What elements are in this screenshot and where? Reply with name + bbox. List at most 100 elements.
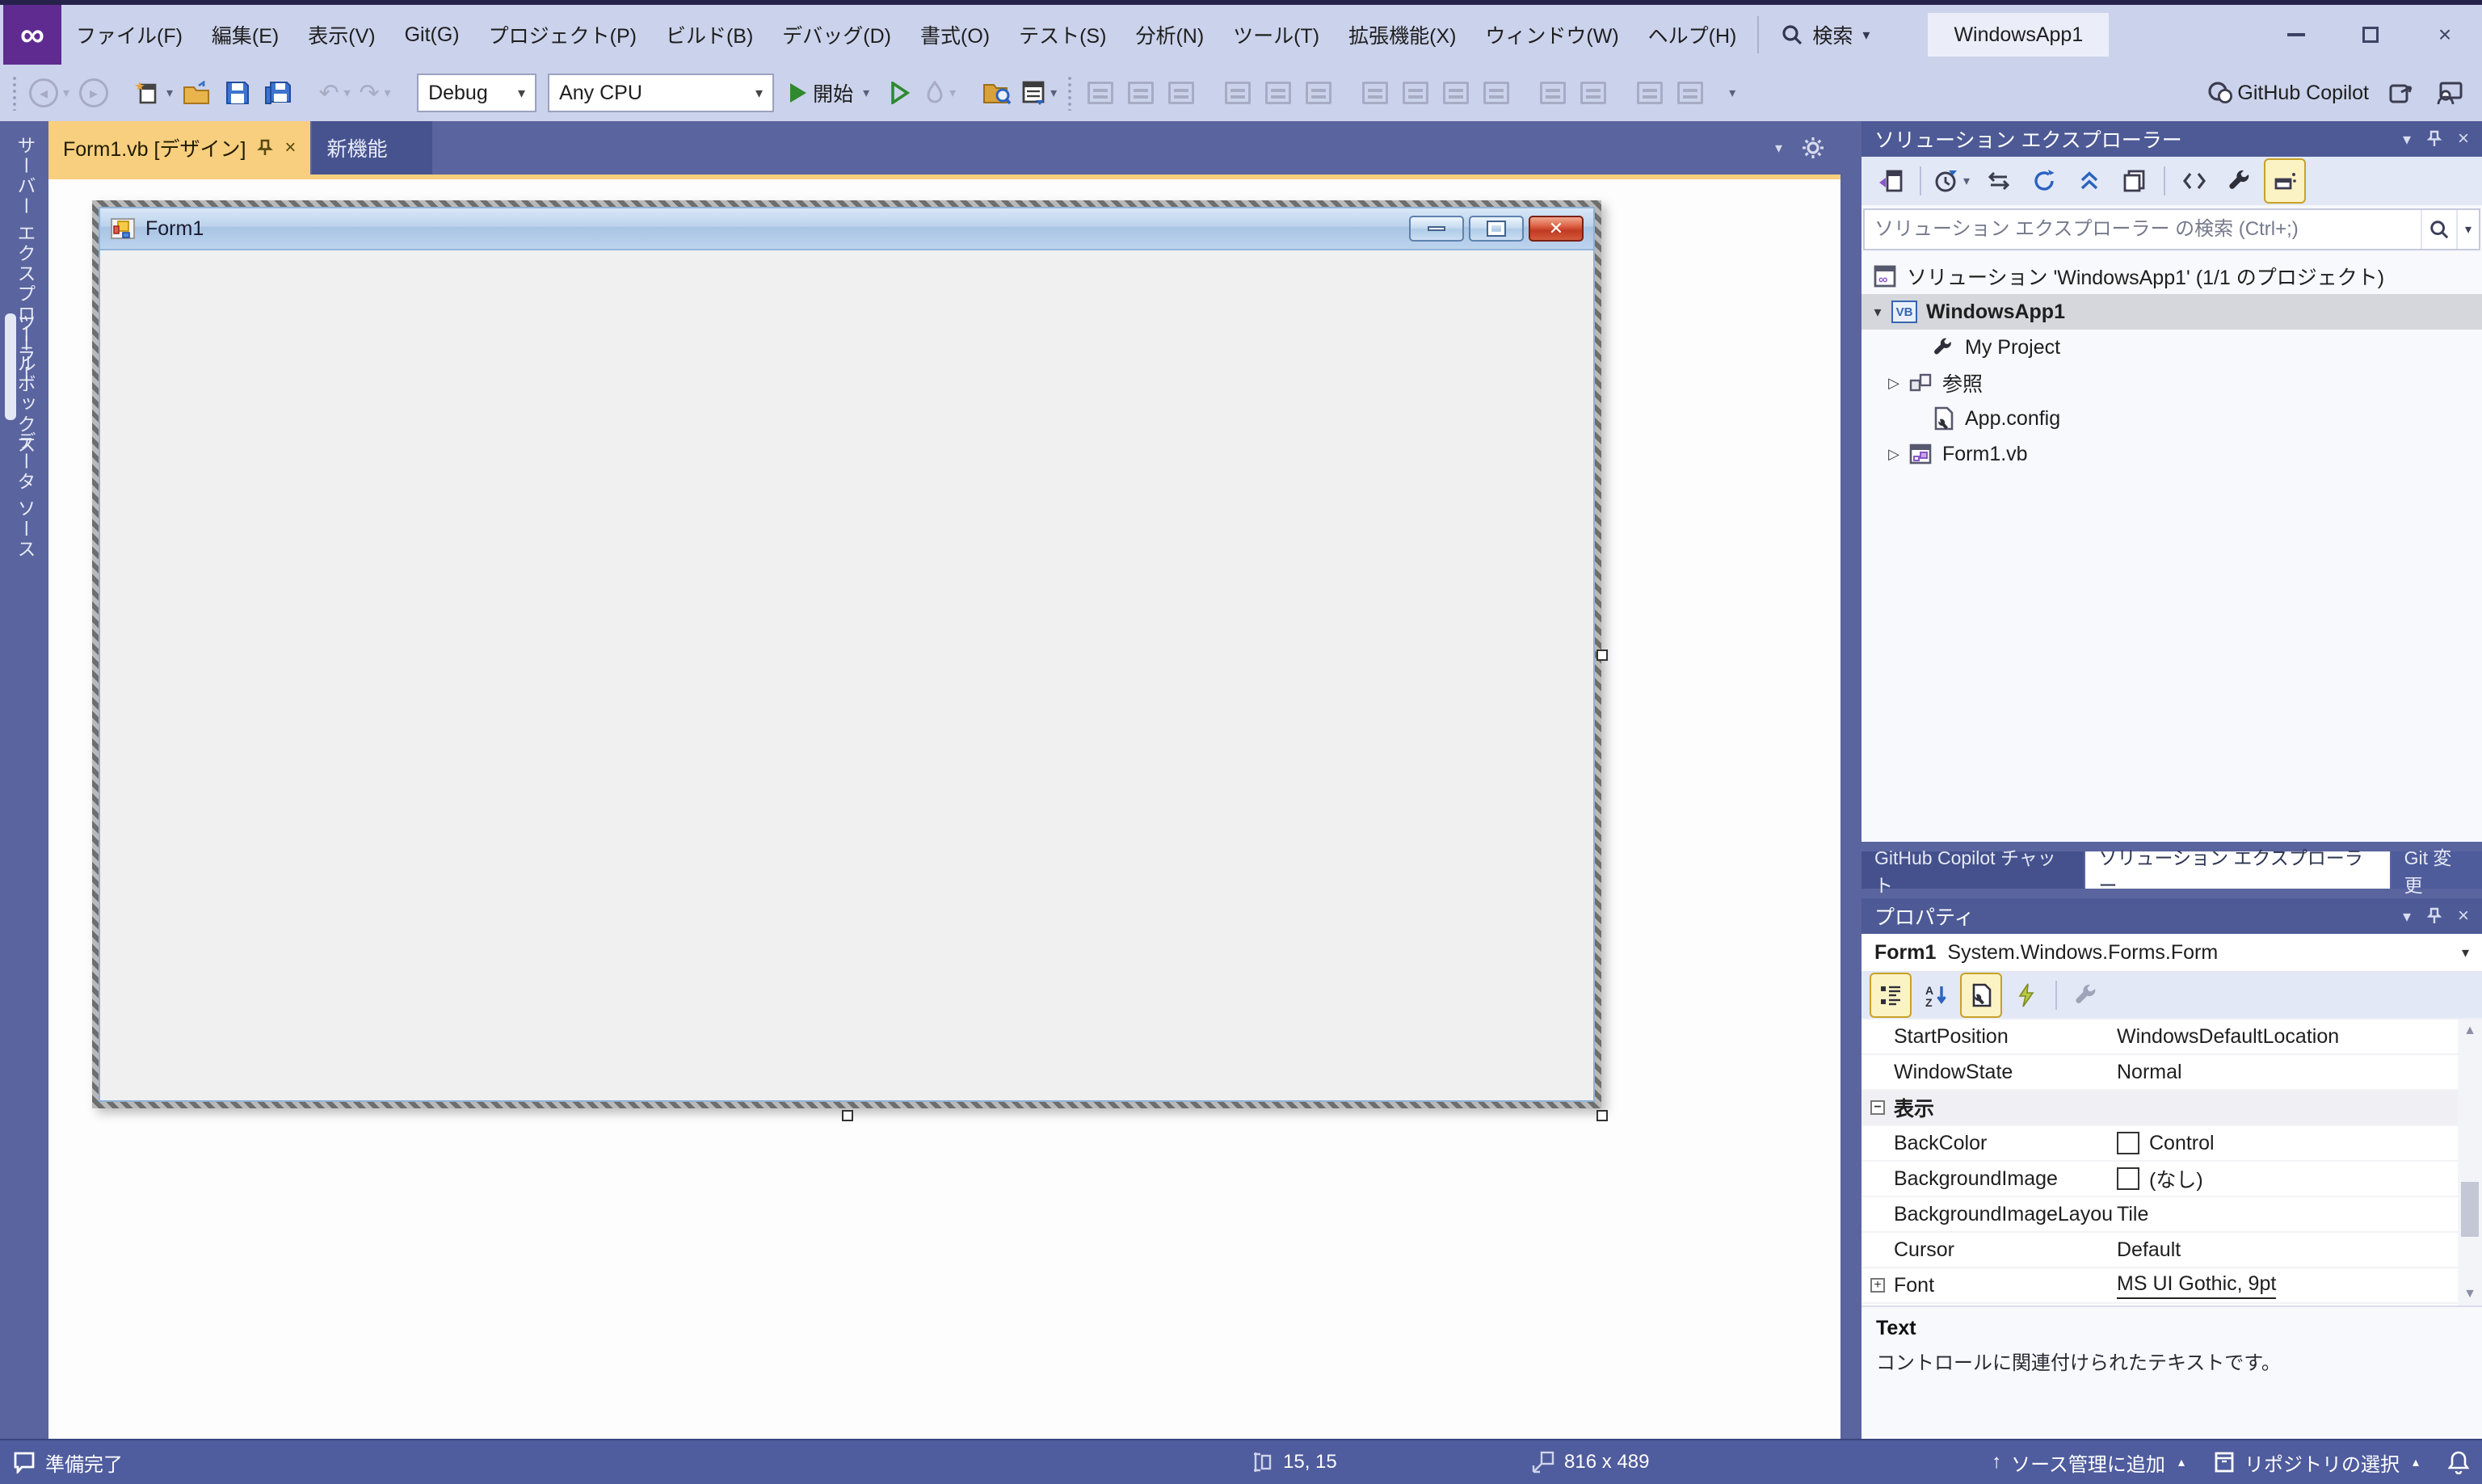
close-panel-icon[interactable]: × [2458,905,2469,927]
menu-view[interactable]: 表示(V) [293,5,389,65]
add-to-source-control-button[interactable]: ↑ ソース管理に追加 ▴ [1992,1448,2185,1477]
tree-item-app-config[interactable]: App.config [1862,401,2482,436]
toolbar-overflow-button[interactable]: ▾ [1711,72,1750,114]
menu-analyze[interactable]: 分析(N) [1121,5,1218,65]
menu-build[interactable]: ビルド(B) [651,5,768,65]
solution-search-input[interactable] [1865,218,2421,241]
menu-window[interactable]: ウィンドウ(W) [1470,5,1633,65]
make-same-height-button[interactable] [1396,72,1435,114]
undo-button[interactable]: ↶▾ [315,72,354,114]
toolbar-grip[interactable] [11,75,19,111]
github-copilot-button[interactable]: GitHub Copilot [2203,72,2372,114]
search-icon[interactable] [2421,210,2456,249]
tab-list-dropdown-icon[interactable]: ▾ [1775,140,1782,157]
save-button[interactable] [218,72,257,114]
window-position-dropdown-icon[interactable]: ▾ [2403,129,2411,149]
live-share-button[interactable] [2382,72,2421,114]
menu-project[interactable]: プロジェクト(P) [474,5,651,65]
open-file-button[interactable] [178,72,217,114]
resize-handle-bottom[interactable] [842,1110,853,1121]
tree-item-form1-vb[interactable]: ▷ Form1.vb [1862,436,2482,472]
find-in-files-button[interactable] [978,72,1016,114]
tree-item-references[interactable]: ▷ 参照 [1862,365,2482,401]
menu-edit[interactable]: 編集(E) [197,5,293,65]
close-panel-icon[interactable]: × [2458,128,2469,150]
menu-test[interactable]: テスト(S) [1004,5,1121,65]
switch-views-button[interactable] [1871,160,1910,202]
pin-icon[interactable] [2427,907,2442,925]
search-options-dropdown[interactable]: ▾ [2456,210,2479,249]
collapsed-arrow-icon[interactable]: ▷ [1884,446,1904,463]
new-project-button[interactable]: ▾ [131,72,176,114]
start-debugging-button[interactable]: 開始 ▾ [780,72,879,114]
align-rights-button[interactable] [1162,72,1201,114]
property-row-backgroundimage[interactable]: BackgroundImage (なし) [1862,1162,2482,1197]
align-tops-button[interactable] [1218,72,1257,114]
align-lefts-button[interactable] [1081,72,1120,114]
properties-page-button[interactable] [1962,974,2000,1016]
menu-tools[interactable]: ツール(T) [1218,5,1334,65]
property-wrench-button[interactable] [2067,974,2105,1016]
tab-whats-new[interactable]: 新機能 [312,121,432,174]
form-minimize-button[interactable] [1409,216,1464,242]
bring-to-front-button[interactable] [1630,72,1669,114]
tree-item-project-windowsapp1[interactable]: ▾ VB WindowsApp1 [1862,294,2482,330]
align-bottoms-button[interactable] [1299,72,1338,114]
designed-form-client-area[interactable] [100,250,1593,1100]
close-button[interactable]: × [2408,5,2482,65]
expand-property-icon[interactable]: + [1870,1278,1885,1293]
resize-handle-bottom-right[interactable] [1596,1110,1608,1121]
pin-icon[interactable] [2427,130,2442,148]
refresh-button[interactable] [2025,160,2063,202]
tab-github-copilot-chat[interactable]: GitHub Copilot チャット [1862,851,2084,889]
expanded-arrow-icon[interactable]: ▾ [1868,304,1887,321]
pin-icon[interactable] [257,139,273,157]
toolbar-grip[interactable] [1066,75,1075,111]
tab-solution-explorer[interactable]: ソリューション エクスプローラー [2085,851,2389,889]
solution-platform-dropdown[interactable]: Any CPU ▾ [548,74,774,112]
feedback-button[interactable] [2430,72,2469,114]
tree-item-solution[interactable]: ∞ ソリューション 'WindowsApp1' (1/1 のプロジェクト) [1862,259,2482,294]
property-category-display[interactable]: − 表示 [1862,1091,2482,1126]
redo-button[interactable]: ↷▾ [355,72,394,114]
collapse-all-button[interactable] [2070,160,2109,202]
search-button[interactable]: 検索 ▾ [1765,5,1886,65]
object-selector-dropdown[interactable]: Form1 System.Windows.Forms.Form ▾ [1862,934,2482,973]
tab-form1-designer[interactable]: Form1.vb [デザイン] × [48,121,310,174]
collapse-category-icon[interactable]: − [1870,1100,1885,1115]
collapsed-arrow-icon[interactable]: ▷ [1884,375,1904,392]
document-options-gear-icon[interactable] [1802,137,1824,159]
select-repository-button[interactable]: リポジトリの選択 ▴ [2214,1448,2419,1477]
menu-git[interactable]: Git(G) [390,5,474,65]
visual-studio-logo-icon[interactable]: ∞ [3,5,61,65]
properties-scrollbar[interactable]: ▲ ▼ [2458,1019,2482,1305]
show-all-files-wrench-button[interactable] [2220,160,2259,202]
sync-with-active-document-button[interactable] [1979,160,2018,202]
form-maximize-button[interactable] [1469,216,1524,242]
send-to-back-button[interactable] [1671,72,1710,114]
pending-changes-filter-button[interactable]: ▾ [1931,160,1973,202]
scroll-up-icon[interactable]: ▲ [2463,1019,2476,1042]
make-same-size-button[interactable] [1437,72,1475,114]
preview-selected-items-toggle[interactable] [2265,160,2304,202]
solution-configuration-dropdown[interactable]: Debug ▾ [417,74,536,112]
menu-debug[interactable]: デバッグ(D) [768,5,906,65]
minimize-button[interactable] [2259,5,2333,65]
make-same-width-button[interactable] [1356,72,1395,114]
solution-explorer-header[interactable]: ソリューション エクスプローラー ▾ × [1862,121,2482,157]
tab-data-sources[interactable]: データ ソース [11,431,39,559]
view-code-button[interactable] [2175,160,2214,202]
vertical-spacing-button[interactable] [1574,72,1613,114]
form-close-button[interactable]: ✕ [1529,216,1584,242]
menu-extensions[interactable]: 拡張機能(X) [1334,5,1470,65]
forms-designer-canvas[interactable]: Form1 ✕ [48,179,1840,1439]
horizontal-spacing-button[interactable] [1533,72,1572,114]
property-row-startposition[interactable]: StartPosition WindowsDefaultLocation [1862,1019,2482,1055]
close-tab-icon[interactable]: × [284,137,296,159]
tree-item-my-project[interactable]: My Project [1862,330,2482,365]
properties-header[interactable]: プロパティ ▾ × [1862,898,2482,934]
menu-help[interactable]: ヘルプ(H) [1634,5,1752,65]
align-centers-button[interactable] [1121,72,1160,114]
resize-handle-right[interactable] [1596,650,1608,661]
designed-form-titlebar[interactable]: Form1 ✕ [100,208,1593,250]
